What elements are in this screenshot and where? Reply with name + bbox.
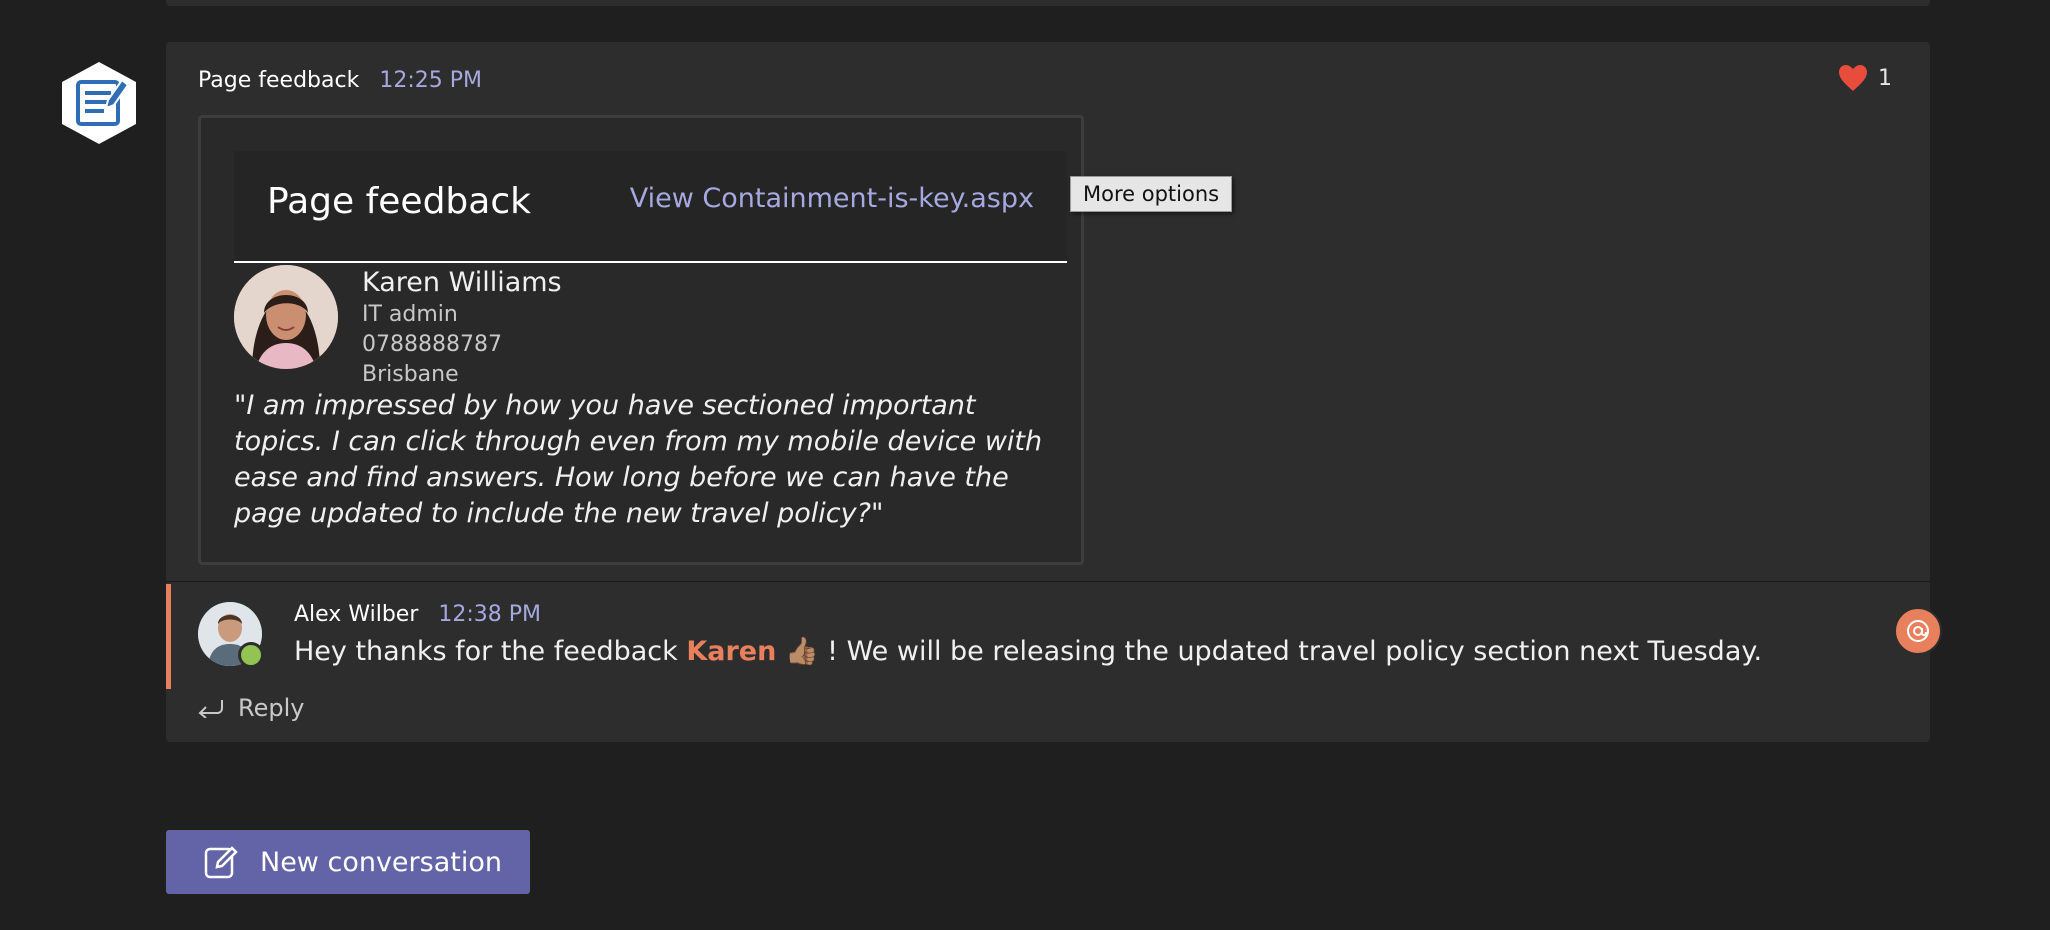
- person-phone: 0788888787: [362, 332, 502, 357]
- reply-button[interactable]: Reply: [198, 694, 304, 722]
- message-header: Page feedback 12:25 PM: [198, 68, 482, 93]
- card-header: Page feedback View Containment-is-key.as…: [234, 151, 1067, 263]
- reply-timestamp: 12:38 PM: [438, 602, 542, 627]
- feedback-quote-text: I am impressed by how you have sectioned…: [234, 390, 1043, 529]
- presence-available-icon: [238, 642, 264, 668]
- reaction-count: 1: [1878, 65, 1892, 91]
- message-timestamp: 12:25 PM: [379, 68, 482, 93]
- mention-badge: [1894, 607, 1942, 655]
- view-page-link[interactable]: View Containment-is-key.aspx: [630, 183, 1034, 214]
- new-conversation-label: New conversation: [260, 846, 502, 878]
- page-feedback-bot-avatar[interactable]: [56, 60, 142, 146]
- thumbs-up-icon: 👍🏽: [784, 636, 819, 667]
- conversation-thread: Page feedback 12:25 PM 1 Page feedback V…: [166, 42, 1942, 743]
- at-mention-icon: [1907, 620, 1929, 642]
- previous-message-card: [166, 0, 1930, 6]
- more-options-tooltip: More options: [1070, 176, 1233, 212]
- alex-avatar[interactable]: [198, 602, 264, 668]
- compose-icon: [204, 846, 238, 879]
- karen-avatar: [234, 265, 338, 369]
- message-sender[interactable]: Page feedback: [198, 68, 359, 93]
- mention-karen[interactable]: Karen: [686, 636, 776, 667]
- reply-label: Reply: [238, 694, 305, 722]
- new-conversation-button[interactable]: New conversation: [166, 830, 530, 894]
- reply-arrow-icon: [198, 700, 223, 718]
- reply-text-before: Hey thanks for the feedback: [294, 636, 678, 667]
- heart-icon: [1839, 65, 1867, 91]
- person-role: IT admin: [362, 302, 458, 327]
- reply-text: Hey thanks for the feedback Karen 👍🏽 ! W…: [294, 635, 1762, 667]
- person-name: Karen Williams: [362, 267, 562, 298]
- card-title: Page feedback: [267, 181, 531, 222]
- person-info: Karen Williams IT admin 0788888787 Brisb…: [362, 266, 562, 390]
- reply-sender[interactable]: Alex Wilber: [294, 602, 418, 627]
- reply-message: Alex Wilber 12:38 PM Hey thanks for the …: [166, 581, 1942, 743]
- person-location: Brisbane: [362, 362, 459, 387]
- reaction-heart[interactable]: 1: [1838, 64, 1892, 92]
- mention-accent-bar: [166, 584, 171, 689]
- feedback-quote: "I am impressed by how you have sectione…: [234, 390, 1043, 529]
- page-feedback-card: Page feedback View Containment-is-key.as…: [198, 115, 1084, 565]
- reply-text-after: ! We will be releasing the updated trave…: [827, 636, 1763, 667]
- reply-header: Alex Wilber 12:38 PM: [294, 602, 541, 627]
- document-edit-icon: [62, 62, 136, 144]
